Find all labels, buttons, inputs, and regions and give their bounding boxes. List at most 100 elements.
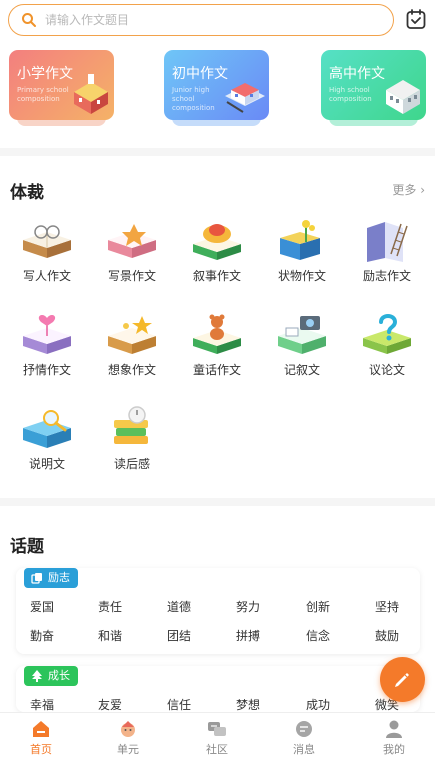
topic-card-growth: 成长 幸福 友爱 信任 梦想 成功 微笑: [16, 666, 420, 712]
topic-word[interactable]: 成功: [306, 696, 330, 713]
banner-title: 小学作文: [17, 66, 73, 82]
topic-word[interactable]: 幸福: [30, 696, 54, 713]
magnifier-book-icon: [23, 410, 71, 448]
school-building-icon: [225, 83, 265, 113]
camera-book-icon: [278, 316, 326, 354]
genre-label: 童话作文: [192, 363, 241, 377]
topic-section-title: 话题: [10, 537, 44, 557]
topic-word[interactable]: 鼓励: [375, 627, 399, 644]
section-divider: [0, 498, 435, 506]
topic-word[interactable]: 和谐: [98, 627, 122, 644]
tab-profile[interactable]: 我的: [364, 719, 424, 759]
school-building-icon: [74, 74, 108, 114]
topic-tag[interactable]: 成长: [24, 666, 78, 686]
genre-item[interactable]: 励志作文: [347, 218, 427, 306]
open-book-icon: [23, 225, 71, 258]
heart-book-icon: [23, 315, 71, 354]
primary-school-banner[interactable]: 小学作文 Primary school composition: [9, 50, 114, 120]
tab-home[interactable]: 首页: [11, 719, 71, 759]
topic-word[interactable]: 团结: [167, 627, 191, 644]
topic-tag-label: 成长: [48, 669, 70, 682]
genre-item[interactable]: 读后感: [92, 406, 172, 494]
genre-label: 读后感: [113, 457, 150, 471]
ladder-book-icon: [367, 222, 408, 262]
bottom-tab-bar: 首页 单元 社区 消息 我的: [0, 712, 435, 760]
genre-item[interactable]: 记叙文: [262, 312, 342, 400]
genre-label: 抒情作文: [22, 363, 71, 377]
banner-title: 初中作文: [172, 66, 228, 82]
topic-word[interactable]: 道德: [167, 598, 191, 615]
compose-button[interactable]: [380, 657, 425, 702]
topic-word[interactable]: 信任: [167, 696, 191, 713]
topic-word[interactable]: 梦想: [236, 696, 260, 713]
tree-icon: [32, 670, 42, 682]
genre-label: 议论文: [368, 363, 405, 377]
more-label: 更多: [392, 183, 417, 197]
search-header: 请输入作文题目: [0, 0, 435, 40]
topic-word[interactable]: 爱国: [30, 598, 54, 615]
topic-word[interactable]: 责任: [98, 598, 122, 615]
search-input[interactable]: 请输入作文题目: [8, 4, 394, 36]
banner-title: 高中作文: [329, 66, 385, 82]
book-leaf-icon: [108, 224, 156, 258]
genre-label: 叙事作文: [192, 269, 241, 283]
topic-word[interactable]: 拼搏: [236, 627, 260, 644]
genre-label: 励志作文: [362, 269, 411, 283]
pencil-icon: [395, 673, 409, 687]
star-book-icon: [108, 316, 156, 354]
topic-tag-label: 励志: [48, 571, 70, 584]
junior-high-banner[interactable]: 初中作文 Junior high school composition: [164, 50, 269, 120]
tab-messages[interactable]: 消息: [274, 719, 334, 759]
tab-unit[interactable]: 单元: [98, 719, 158, 759]
genre-label: 记叙文: [283, 363, 320, 377]
tab-community[interactable]: 社区: [187, 719, 247, 759]
topic-word[interactable]: 坚持: [375, 598, 399, 615]
tab-label: 消息: [293, 743, 315, 756]
tab-label: 首页: [30, 743, 52, 756]
tab-label: 我的: [383, 743, 405, 756]
question-book-icon: [363, 314, 411, 354]
genre-label: 状物作文: [277, 269, 326, 283]
unit-icon: [121, 721, 135, 737]
genre-item[interactable]: 抒情作文: [7, 312, 87, 400]
topic-tag[interactable]: 励志: [24, 568, 78, 588]
topic-word[interactable]: 信念: [306, 627, 330, 644]
genre-item[interactable]: 状物作文: [262, 218, 342, 306]
tab-label: 社区: [206, 743, 228, 756]
topic-word[interactable]: 努力: [236, 598, 260, 615]
message-icon: [296, 721, 312, 737]
genre-label: 说明文: [28, 457, 65, 471]
genre-item[interactable]: 叙事作文: [177, 218, 257, 306]
topic-card-inspiration: 励志 爱国 责任 道德 努力 创新 坚持 勤奋 和谐 团结 拼搏 信念 鼓励: [16, 568, 420, 654]
section-divider: [0, 148, 435, 156]
genre-item[interactable]: 想象作文: [92, 312, 172, 400]
home-icon: [33, 721, 49, 737]
topic-word[interactable]: 创新: [306, 598, 330, 615]
genre-label: 写人作文: [22, 269, 71, 283]
genre-label: 写景作文: [107, 269, 156, 283]
search-icon: [22, 13, 36, 27]
chat-bubbles-icon: [208, 722, 226, 736]
tab-label: 单元: [117, 743, 139, 756]
hat-book-icon: [193, 224, 241, 260]
genre-item[interactable]: 写人作文: [7, 218, 87, 306]
topic-word[interactable]: 勤奋: [30, 627, 54, 644]
clock-books-icon: [114, 406, 148, 444]
teddy-bear-book-icon: [193, 314, 241, 354]
calendar-check-icon[interactable]: [405, 8, 427, 30]
genre-item[interactable]: 童话作文: [177, 312, 257, 400]
topic-word[interactable]: 友爱: [98, 696, 122, 713]
high-school-banner[interactable]: 高中作文 High school composition: [321, 50, 426, 120]
school-level-banners: 小学作文 Primary school composition 初中作文 Jun…: [0, 50, 435, 130]
genre-label: 想象作文: [107, 363, 156, 377]
app-screen: 请输入作文题目 小学作文 Primary school composition: [0, 0, 435, 760]
genre-item[interactable]: 议论文: [347, 312, 427, 400]
more-link[interactable]: 更多 ›: [392, 181, 425, 198]
school-building-icon: [386, 80, 420, 114]
genre-item[interactable]: 说明文: [7, 406, 87, 494]
genre-section-title: 体裁: [10, 183, 44, 203]
person-icon: [386, 720, 402, 738]
flower-book-icon: [280, 220, 320, 260]
genre-item[interactable]: 写景作文: [92, 218, 172, 306]
copy-icon: [31, 573, 42, 584]
